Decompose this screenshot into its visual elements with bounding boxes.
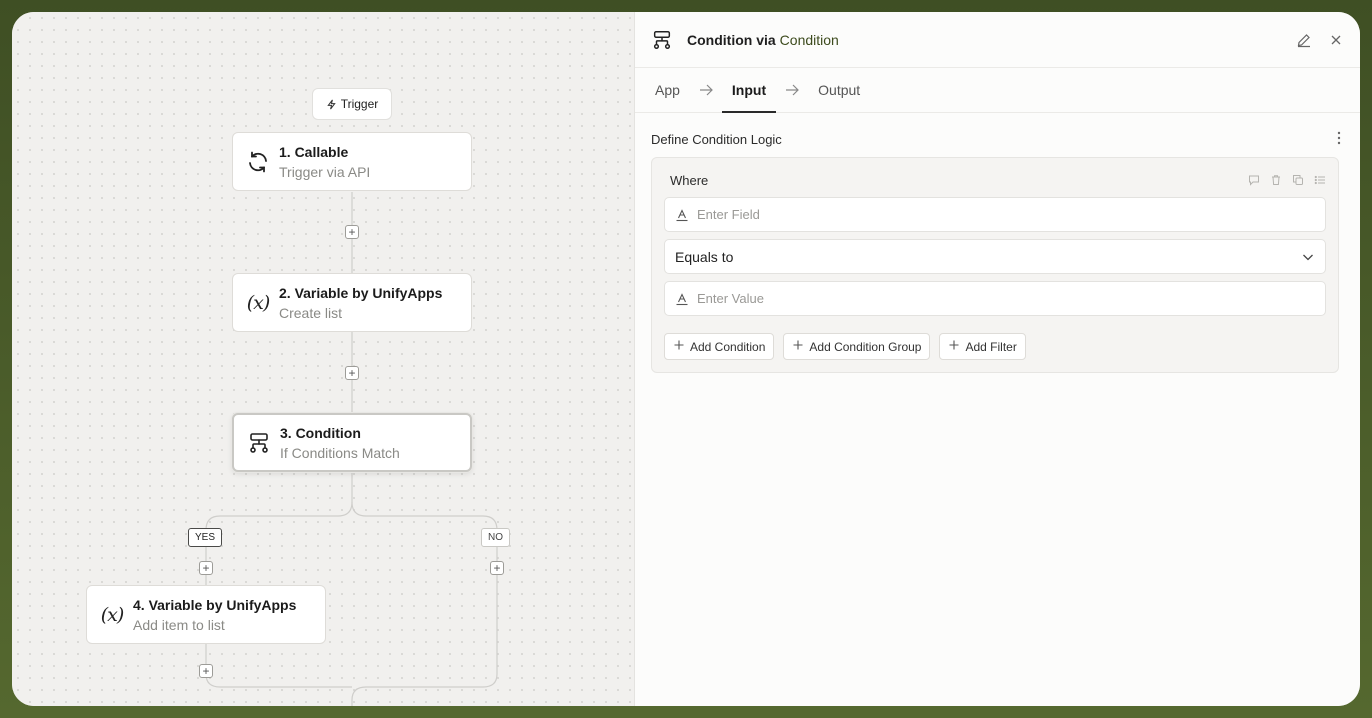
trigger-label: Trigger	[340, 97, 379, 111]
value-input[interactable]: Enter Value	[664, 281, 1326, 316]
plus-icon	[948, 339, 960, 354]
panel-title-app: Condition	[779, 31, 839, 48]
panel-title: Condition via	[687, 31, 776, 48]
tab-app[interactable]: App	[655, 68, 680, 113]
node-title: 4. Variable by UnifyApps	[133, 596, 297, 613]
add-step-button[interactable]: +	[199, 664, 213, 678]
value-placeholder: Enter Value	[697, 291, 764, 306]
node-title: 2. Variable by UnifyApps	[279, 284, 443, 301]
operator-value: Equals to	[675, 248, 734, 265]
add-step-button[interactable]: +	[345, 225, 359, 239]
variable-icon: (x)	[246, 291, 271, 314]
branch-no-label: NO	[481, 528, 510, 547]
add-condition-group-button[interactable]: Add Condition Group	[783, 333, 931, 360]
field-input[interactable]: Enter Field	[664, 197, 1326, 232]
step-tabs: App Input Output	[635, 68, 1360, 113]
copy-icon[interactable]	[1292, 174, 1304, 186]
step-config-panel: Condition via Condition App Input Output	[634, 12, 1360, 706]
comment-icon[interactable]	[1248, 174, 1260, 186]
workflow-node-condition[interactable]: 3. Condition If Conditions Match	[232, 413, 472, 472]
text-type-icon	[675, 292, 689, 306]
refresh-icon	[245, 149, 271, 175]
section-header: Define Condition Logic	[635, 130, 1360, 148]
node-subtitle: Create list	[279, 304, 343, 321]
text-type-icon	[675, 208, 689, 222]
edit-icon[interactable]	[1296, 32, 1312, 48]
app-window: Trigger 1. Callable Trigger via API + (x…	[12, 12, 1360, 706]
condition-icon	[651, 29, 673, 51]
add-step-button[interactable]: +	[345, 366, 359, 380]
section-title: Define Condition Logic	[651, 131, 782, 147]
arrow-right-icon	[698, 82, 714, 98]
condition-icon	[246, 430, 272, 456]
node-title: 1. Callable	[279, 143, 349, 160]
trigger-button[interactable]: Trigger	[312, 88, 392, 120]
more-vertical-icon[interactable]	[1334, 131, 1344, 148]
condition-group-card: Where Enter Field Equals to Enter Value …	[651, 157, 1339, 373]
add-condition-button[interactable]: Add Condition	[664, 333, 775, 360]
workflow-node-variable-add[interactable]: (x) 4. Variable by UnifyApps Add item to…	[86, 585, 326, 644]
node-subtitle: Trigger via API	[279, 163, 371, 180]
workflow-canvas[interactable]: Trigger 1. Callable Trigger via API + (x…	[12, 12, 634, 706]
workflow-node-variable-create[interactable]: (x) 2. Variable by UnifyApps Create list	[232, 273, 472, 332]
chevron-down-icon	[1301, 250, 1315, 264]
where-label: Where	[670, 172, 709, 188]
variable-icon: (x)	[100, 603, 125, 626]
add-step-button-no[interactable]: +	[490, 561, 504, 575]
arrow-right-icon	[784, 82, 800, 98]
panel-header: Condition via Condition	[635, 12, 1360, 68]
node-subtitle: Add item to list	[133, 616, 225, 633]
branch-yes-label: YES	[188, 528, 223, 547]
plus-icon	[792, 339, 804, 354]
operator-select[interactable]: Equals to	[664, 239, 1326, 274]
lightning-icon	[326, 99, 337, 110]
condition-actions: Add Condition Add Condition Group Add Fi…	[664, 333, 1326, 360]
close-icon[interactable]	[1328, 32, 1344, 48]
workflow-node-callable[interactable]: 1. Callable Trigger via API	[232, 132, 472, 191]
tab-input[interactable]: Input	[721, 68, 777, 113]
add-condition-label: Add Condition	[690, 339, 766, 354]
tab-output[interactable]: Output	[818, 68, 860, 113]
trash-icon[interactable]	[1270, 174, 1282, 186]
plus-icon	[673, 339, 685, 354]
field-placeholder: Enter Field	[697, 207, 760, 222]
add-filter-button[interactable]: Add Filter	[939, 333, 1026, 360]
node-title: 3. Condition	[280, 424, 361, 441]
add-step-button-yes[interactable]: +	[199, 561, 213, 575]
add-condition-group-label: Add Condition Group	[809, 339, 922, 354]
condition-header: Where	[664, 170, 1326, 190]
list-icon[interactable]	[1314, 174, 1326, 186]
node-subtitle: If Conditions Match	[280, 444, 400, 461]
add-filter-label: Add Filter	[965, 339, 1017, 354]
